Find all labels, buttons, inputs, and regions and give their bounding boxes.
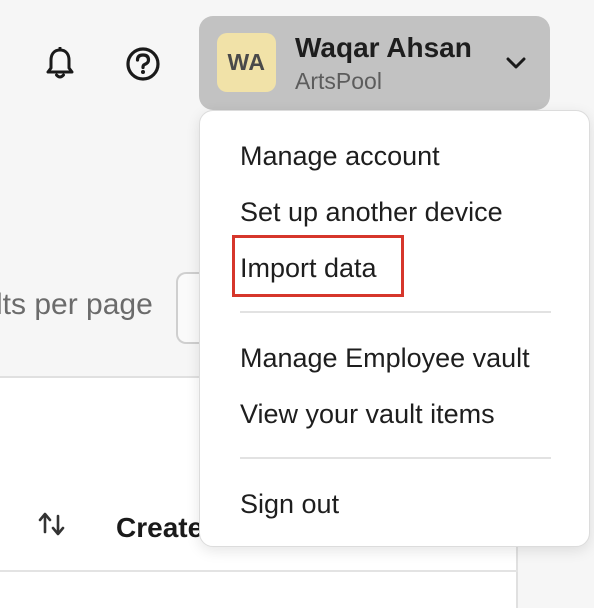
column-header-created[interactable]: Create: [116, 512, 203, 544]
menu-item-manage-account[interactable]: Manage account: [240, 139, 440, 173]
notifications-bell-icon[interactable]: [40, 44, 80, 84]
menu-item-import-data[interactable]: Import data: [240, 251, 377, 285]
organization-name: ArtsPool: [295, 68, 382, 94]
help-question-icon[interactable]: [122, 44, 164, 84]
avatar: WA: [217, 33, 276, 92]
menu-divider: [240, 457, 551, 459]
sort-arrows-icon[interactable]: [36, 510, 68, 538]
results-per-page-label: lts per page: [0, 288, 153, 321]
account-dropdown-menu: Manage account Set up another device Imp…: [199, 110, 590, 547]
user-name: Waqar Ahsan: [295, 32, 472, 63]
table-row-divider: [0, 570, 518, 572]
menu-item-manage-employee-vault[interactable]: Manage Employee vault: [240, 341, 530, 375]
menu-item-sign-out[interactable]: Sign out: [240, 487, 339, 521]
menu-item-view-your-vault-items[interactable]: View your vault items: [240, 397, 495, 431]
menu-item-set-up-another-device[interactable]: Set up another device: [240, 195, 503, 229]
account-menu-button[interactable]: WA Waqar Ahsan ArtsPool: [199, 16, 550, 110]
chevron-down-icon: [503, 52, 529, 74]
menu-divider: [240, 311, 551, 313]
